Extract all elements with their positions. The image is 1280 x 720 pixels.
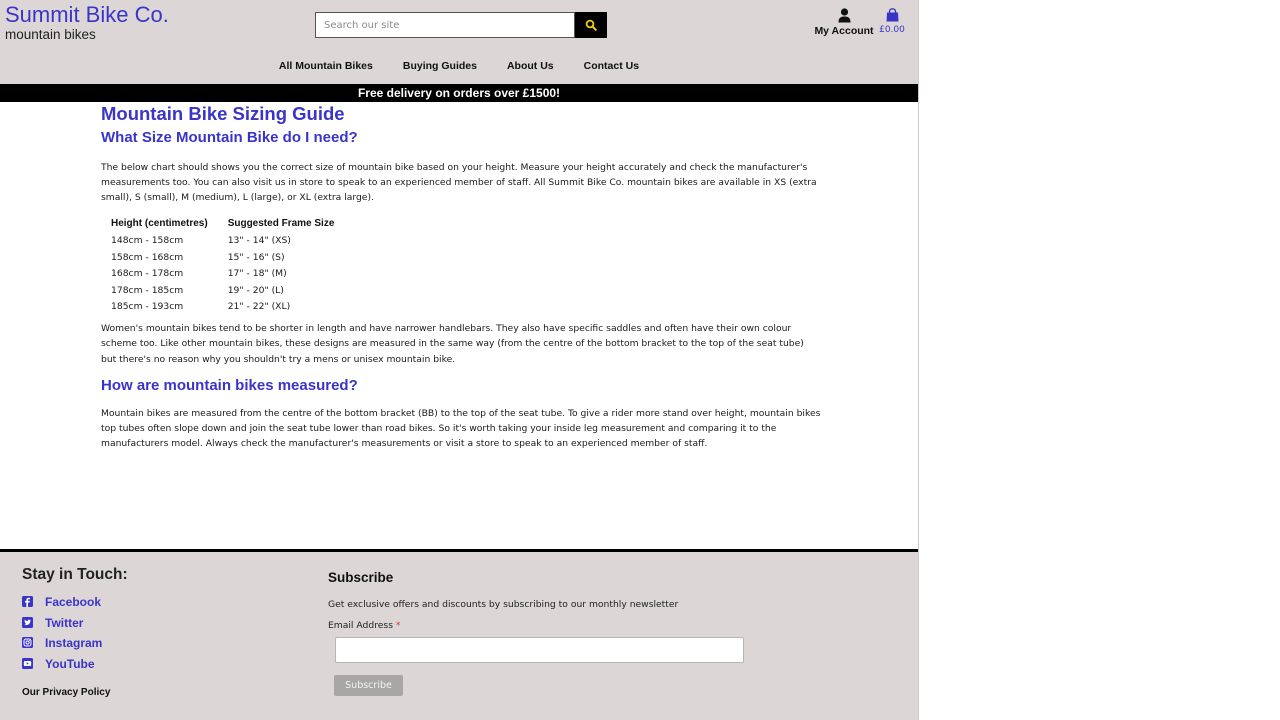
delivery-banner: Free delivery on orders over £1500! bbox=[0, 84, 918, 102]
facebook-icon bbox=[22, 596, 34, 608]
table-cell: 15" - 16" (S) bbox=[227, 251, 285, 263]
intro-paragraph: The below chart should shows you the cor… bbox=[101, 162, 817, 204]
subscribe-description: Get exclusive offers and discounts by su… bbox=[328, 599, 679, 610]
table-header-height: Height (centimetres) bbox=[111, 218, 208, 230]
instagram-icon bbox=[22, 637, 34, 649]
table-cell: 185cm - 193cm bbox=[111, 301, 184, 313]
table-row: 178cm - 185cm 19" - 20" (L) bbox=[111, 282, 354, 299]
search-bar bbox=[315, 12, 607, 38]
table-cell: 168cm - 178cm bbox=[111, 268, 184, 280]
table-row: 148cm - 158cm 13" - 14" (XS) bbox=[111, 233, 354, 250]
table-row: 158cm - 168cm 15" - 16" (S) bbox=[111, 249, 354, 266]
email-label-text: Email Address bbox=[328, 620, 393, 631]
email-field[interactable] bbox=[335, 637, 744, 663]
stay-in-touch-heading: Stay in Touch: bbox=[22, 566, 128, 583]
site-header: Summit Bike Co. mountain bikes My Accoun… bbox=[0, 0, 918, 84]
email-label: Email Address * bbox=[328, 620, 401, 631]
social-label-instagram: Instagram bbox=[45, 636, 103, 651]
section-heading-size: What Size Mountain Bike do I need? bbox=[101, 129, 358, 146]
cart-total: £0.00 bbox=[879, 25, 905, 35]
main-content: Mountain Bike Sizing Guide What Size Mou… bbox=[101, 103, 821, 451]
my-account-label: My Account bbox=[814, 25, 874, 37]
privacy-policy-link[interactable]: Our Privacy Policy bbox=[22, 687, 110, 698]
social-link-twitter[interactable]: Twitter bbox=[22, 613, 102, 634]
table-cell: 178cm - 185cm bbox=[111, 284, 184, 296]
measured-paragraph: Mountain bikes are measured from the cen… bbox=[101, 407, 821, 450]
section-heading-measured: How are mountain bikes measured? bbox=[101, 376, 358, 394]
size-table: Height (centimetres) Suggested Frame Siz… bbox=[111, 215, 354, 316]
youtube-icon bbox=[22, 657, 34, 670]
womens-paragraph: Women's mountain bikes tend to be shorte… bbox=[101, 323, 804, 365]
site-footer: Stay in Touch: Facebook Twitter Instagra… bbox=[0, 549, 918, 720]
table-cell: 17" - 18" (M) bbox=[227, 268, 287, 280]
subscribe-heading: Subscribe bbox=[328, 570, 394, 585]
search-input[interactable] bbox=[315, 12, 575, 38]
search-button[interactable] bbox=[575, 12, 607, 38]
social-label-youtube: YouTube bbox=[45, 656, 95, 671]
table-cell: 148cm - 158cm bbox=[111, 235, 184, 247]
social-label-twitter: Twitter bbox=[45, 615, 84, 630]
table-row: 185cm - 193cm 21" - 22" (XL) bbox=[111, 299, 354, 316]
required-asterisk: * bbox=[395, 620, 401, 631]
social-link-facebook[interactable]: Facebook bbox=[22, 592, 102, 613]
social-link-youtube[interactable]: YouTube bbox=[22, 654, 102, 675]
table-header-row: Height (centimetres) Suggested Frame Siz… bbox=[111, 215, 354, 233]
page-title: Mountain Bike Sizing Guide bbox=[101, 103, 345, 124]
user-icon bbox=[838, 8, 850, 23]
table-cell: 19" - 20" (L) bbox=[227, 284, 284, 296]
twitter-icon bbox=[22, 616, 34, 629]
table-cell: 13" - 14" (XS) bbox=[227, 235, 291, 247]
nav-about-us[interactable]: About Us bbox=[492, 57, 569, 77]
social-label-facebook: Facebook bbox=[45, 595, 102, 610]
table-row: 168cm - 178cm 17" - 18" (M) bbox=[111, 266, 354, 283]
nav-buying-guides[interactable]: Buying Guides bbox=[388, 57, 492, 77]
page: Summit Bike Co. mountain bikes My Accoun… bbox=[0, 0, 919, 720]
shopping-bag-icon bbox=[886, 8, 898, 22]
table-header-frame: Suggested Frame Size bbox=[227, 218, 335, 230]
my-account-link[interactable]: My Account bbox=[812, 8, 876, 37]
cart-link[interactable]: £0.00 bbox=[878, 8, 906, 35]
brand-tagline: mountain bikes bbox=[5, 27, 96, 42]
table-cell: 158cm - 168cm bbox=[111, 251, 184, 263]
brand-name[interactable]: Summit Bike Co. bbox=[5, 2, 169, 28]
social-link-instagram[interactable]: Instagram bbox=[22, 633, 102, 654]
nav-contact-us[interactable]: Contact Us bbox=[569, 57, 654, 77]
search-icon bbox=[585, 19, 597, 31]
table-cell: 21" - 22" (XL) bbox=[227, 301, 291, 313]
social-links: Facebook Twitter Instagram YouTube bbox=[22, 592, 102, 674]
nav-all-mountain-bikes[interactable]: All Mountain Bikes bbox=[264, 57, 388, 77]
subscribe-button[interactable]: Subscribe bbox=[334, 675, 403, 696]
main-nav: All Mountain Bikes Buying Guides About U… bbox=[0, 57, 918, 77]
